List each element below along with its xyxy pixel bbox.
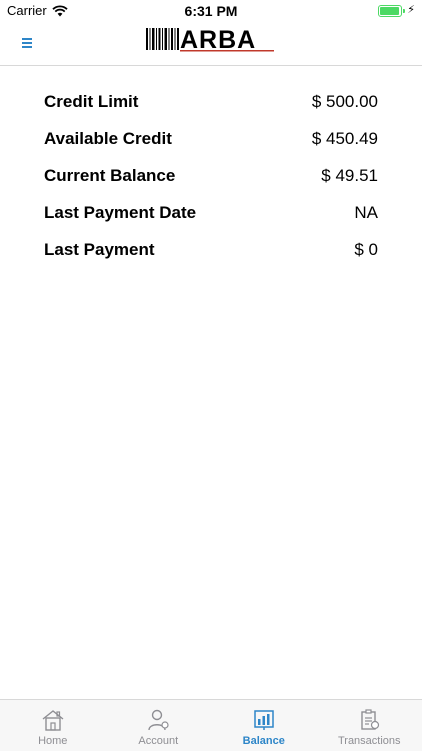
nav-bar: ARBA bbox=[0, 22, 422, 66]
available-credit-label: Available Credit bbox=[44, 129, 172, 149]
credit-limit-value: $ 500.00 bbox=[312, 92, 378, 112]
balance-list: Credit Limit $ 500.00 Available Credit $… bbox=[44, 83, 378, 268]
last-payment-date-label: Last Payment Date bbox=[44, 203, 196, 223]
available-credit-value: $ 450.49 bbox=[312, 129, 378, 149]
credit-limit-label: Credit Limit bbox=[44, 92, 138, 112]
battery-icon bbox=[378, 5, 402, 17]
tab-home[interactable]: Home bbox=[0, 700, 106, 751]
clock: 6:31 PM bbox=[0, 3, 422, 19]
hamburger-icon bbox=[18, 33, 36, 48]
tab-transactions-label: Transactions bbox=[338, 735, 401, 747]
tab-balance[interactable]: Balance bbox=[211, 700, 317, 751]
balance-row-last-payment: Last Payment $ 0 bbox=[44, 231, 378, 268]
last-payment-value: $ 0 bbox=[354, 240, 378, 260]
current-balance-label: Current Balance bbox=[44, 166, 175, 186]
user-icon bbox=[146, 709, 170, 731]
last-payment-date-value: NA bbox=[354, 203, 378, 223]
balance-row-available-credit: Available Credit $ 450.49 bbox=[44, 120, 378, 157]
clipboard-icon bbox=[357, 709, 381, 731]
tab-transactions[interactable]: Transactions bbox=[317, 700, 422, 751]
menu-button[interactable] bbox=[18, 33, 36, 51]
current-balance-value: $ 49.51 bbox=[321, 166, 378, 186]
tab-account-label: Account bbox=[138, 735, 178, 747]
status-bar: Carrier 6:31 PM ⚡ bbox=[0, 0, 422, 22]
tab-bar: Home Account Balance Transactions bbox=[0, 699, 422, 751]
balance-row-current-balance: Current Balance $ 49.51 bbox=[44, 157, 378, 194]
charging-icon: ⚡ bbox=[407, 3, 415, 16]
house-icon bbox=[41, 709, 65, 731]
tab-balance-label: Balance bbox=[243, 735, 285, 747]
svg-text:ARBA: ARBA bbox=[180, 26, 256, 54]
balance-row-last-payment-date: Last Payment Date NA bbox=[44, 194, 378, 231]
bar-chart-icon bbox=[252, 709, 276, 731]
arba-logo: ARBA bbox=[146, 26, 276, 54]
tab-home-label: Home bbox=[38, 735, 67, 747]
tab-account[interactable]: Account bbox=[106, 700, 212, 751]
balance-row-credit-limit: Credit Limit $ 500.00 bbox=[44, 83, 378, 120]
last-payment-label: Last Payment bbox=[44, 240, 155, 260]
